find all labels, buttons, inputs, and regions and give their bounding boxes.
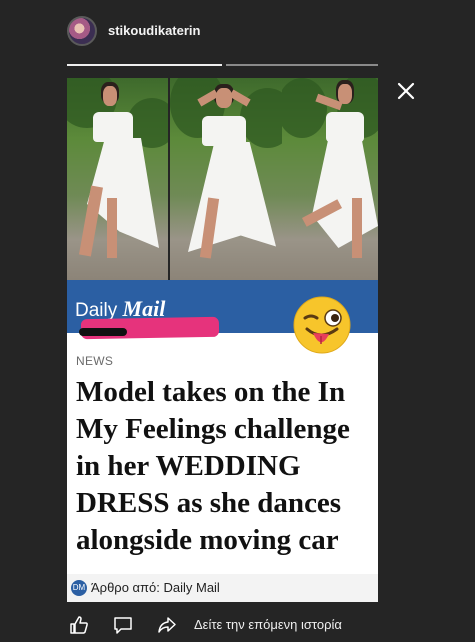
- share-icon[interactable]: [157, 615, 177, 635]
- article-photo: [282, 78, 378, 280]
- close-icon[interactable]: [395, 80, 417, 102]
- comment-icon[interactable]: [113, 615, 133, 635]
- article-headline[interactable]: Model takes on the In My Feelings challe…: [76, 374, 376, 559]
- username[interactable]: stikoudikaterin: [108, 23, 200, 38]
- article-photo: [67, 78, 168, 280]
- next-story-link[interactable]: Δείτε την επόμενη ιστορία: [194, 617, 342, 632]
- daily-mail-source-icon: DM: [71, 580, 87, 596]
- article-photo-strip: [67, 78, 378, 280]
- story-content[interactable]: Daily Mail NEWS Model takes on the In My…: [67, 78, 378, 602]
- redaction-scribble-dark: [79, 328, 127, 336]
- story-progress-segment-1: [67, 64, 222, 66]
- story-header: stikoudikaterin: [0, 0, 475, 62]
- article-section: NEWS: [76, 354, 114, 368]
- story-progress-segment-2: [226, 64, 378, 66]
- winking-tongue-emoji-icon: [293, 296, 351, 354]
- story-footer: Δείτε την επόμενη ιστορία: [67, 607, 378, 642]
- thumbs-up-icon[interactable]: [69, 615, 89, 635]
- article-photo: [170, 78, 282, 280]
- avatar[interactable]: [67, 16, 97, 46]
- article-source[interactable]: DM Άρθρο από: Daily Mail: [67, 574, 378, 602]
- article-source-label: Άρθρο από: Daily Mail: [91, 580, 220, 595]
